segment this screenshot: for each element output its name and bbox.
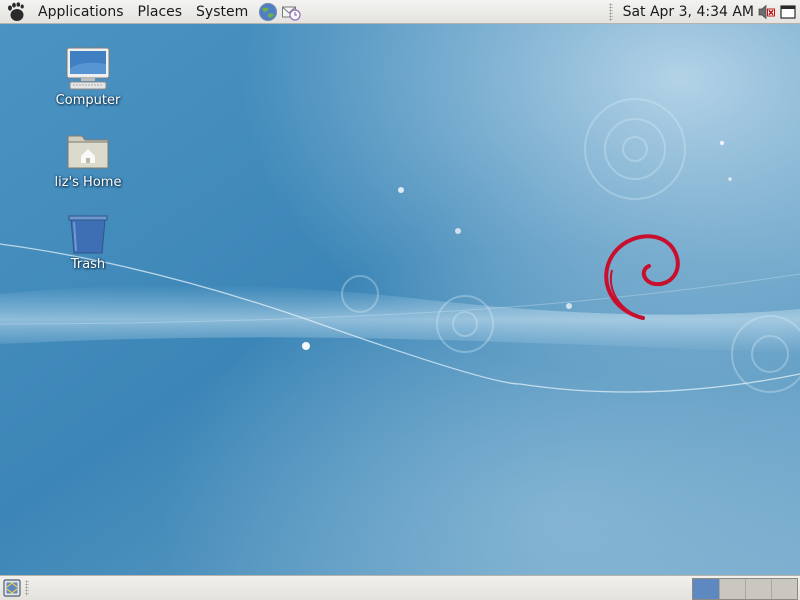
bottom-panel (0, 575, 800, 600)
gnome-foot-icon[interactable] (5, 1, 27, 23)
panel-handle[interactable] (608, 3, 613, 21)
volume-muted-icon[interactable] (758, 2, 776, 22)
email-client-icon[interactable] (280, 1, 301, 22)
workspace-1[interactable] (693, 579, 719, 599)
desktop-icon-trash[interactable]: Trash (43, 210, 133, 272)
clock[interactable]: Sat Apr 3, 4:34 AM (623, 4, 754, 20)
workspace-switcher[interactable] (692, 578, 798, 600)
workspace-4[interactable] (771, 579, 797, 599)
places-menu[interactable]: Places (131, 0, 190, 24)
web-browser-icon[interactable] (257, 1, 278, 22)
panel-handle[interactable] (25, 580, 29, 596)
window-list-icon[interactable] (776, 2, 800, 22)
workspace-3[interactable] (745, 579, 771, 599)
home-folder-icon (64, 128, 112, 174)
workspace-2[interactable] (719, 579, 745, 599)
computer-icon (64, 46, 112, 92)
desktop-icon-computer[interactable]: Computer (43, 46, 133, 108)
desktop-screen: Applications Places System Sat Apr 3, 4:… (0, 0, 800, 600)
system-menu[interactable]: System (189, 0, 255, 24)
applications-menu[interactable]: Applications (31, 0, 131, 24)
desktop-area[interactable]: Computer liz's Home Trash (0, 24, 800, 575)
show-desktop-icon[interactable] (3, 579, 21, 597)
desktop-icon-label: Trash (70, 257, 106, 272)
trash-icon (64, 210, 112, 256)
top-panel: Applications Places System Sat Apr 3, 4:… (0, 0, 800, 24)
desktop-icon-home[interactable]: liz's Home (43, 128, 133, 190)
desktop-icon-label: Computer (55, 93, 121, 108)
desktop-icon-label: liz's Home (54, 175, 122, 190)
